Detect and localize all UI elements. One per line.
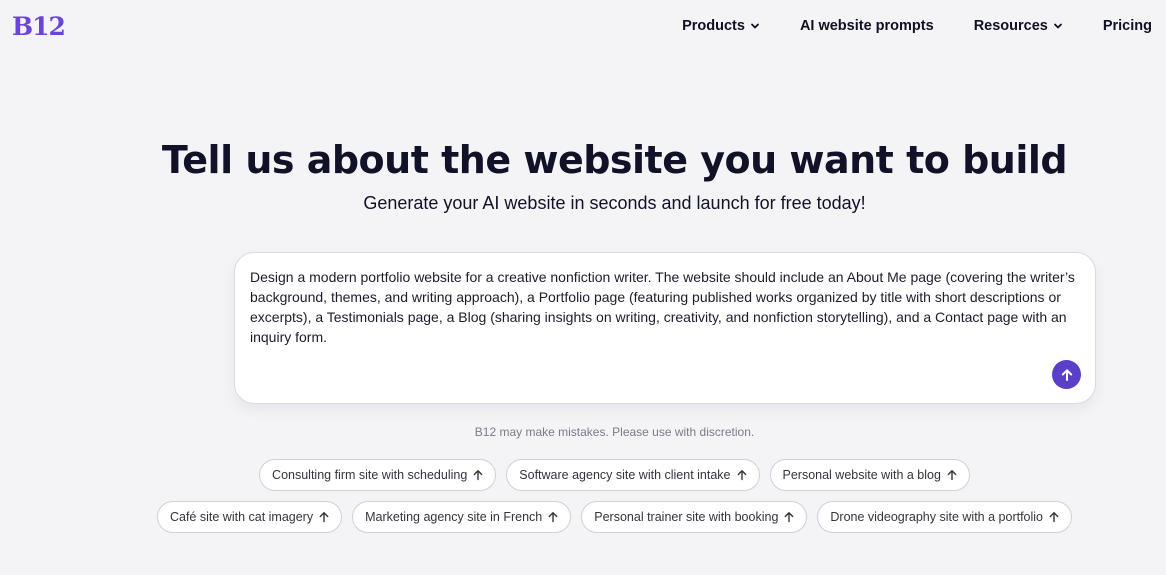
- arrow-up-icon: [473, 470, 483, 481]
- chevron-down-icon: [751, 23, 759, 29]
- arrow-up-icon: [548, 512, 558, 523]
- nav-pricing-label: Pricing: [1102, 18, 1152, 34]
- arrow-up-icon: [1061, 368, 1072, 381]
- suggestion-chip-label: Software agency site with client intake: [519, 468, 731, 482]
- nav-resources[interactable]: Resources: [974, 18, 1063, 34]
- arrow-up-icon: [1049, 512, 1059, 523]
- nav-ai-website-prompts[interactable]: AI website prompts: [800, 18, 934, 34]
- nav-products[interactable]: Products: [682, 18, 760, 34]
- prompt-textarea[interactable]: Design a modern portfolio website for a …: [250, 267, 1082, 347]
- send-button[interactable]: [1052, 360, 1081, 389]
- suggestion-chip[interactable]: Marketing agency site in French: [352, 501, 572, 533]
- prompt-input-container[interactable]: Design a modern portfolio website for a …: [234, 252, 1096, 404]
- nav-pricing[interactable]: Pricing: [1103, 18, 1152, 34]
- nav-products-label: Products: [682, 18, 745, 34]
- suggestions-row-1: Consulting firm site with scheduling Sof…: [0, 459, 1166, 491]
- suggestion-chip[interactable]: Personal website with a blog: [769, 459, 970, 491]
- main-nav: Products AI website prompts Resources Pr…: [682, 18, 1152, 34]
- page-subtitle: Generate your AI website in seconds and …: [363, 193, 866, 213]
- arrow-up-icon: [947, 470, 957, 481]
- suggestion-chip[interactable]: Personal trainer site with booking: [581, 501, 808, 533]
- suggestion-chip-label: Consulting firm site with scheduling: [272, 468, 468, 482]
- nav-resources-label: Resources: [973, 18, 1048, 34]
- suggestion-chip-label: Drone videography site with a portfolio: [830, 510, 1044, 524]
- arrow-up-icon: [737, 470, 746, 481]
- page-title: Tell us about the website you want to bu…: [161, 138, 1068, 182]
- b12-logo[interactable]: B12: [12, 12, 66, 42]
- suggestion-chip-label: Marketing agency site in French: [365, 510, 543, 524]
- nav-ai-website-prompts-label: AI website prompts: [799, 18, 934, 34]
- suggestion-chip-label: Personal trainer site with booking: [594, 510, 779, 524]
- suggestion-chip-label: Café site with cat imagery: [169, 510, 314, 524]
- suggestion-chip[interactable]: Software agency site with client intake: [506, 459, 760, 491]
- suggestion-chip-label: Personal website with a blog: [782, 468, 941, 482]
- suggestion-chip[interactable]: Café site with cat imagery: [156, 501, 343, 533]
- arrow-up-icon: [319, 512, 329, 523]
- chevron-down-icon: [1053, 23, 1062, 29]
- suggestion-chip[interactable]: Consulting firm site with scheduling: [259, 459, 497, 491]
- disclaimer-text: B12 may make mistakes. Please use with d…: [474, 425, 755, 439]
- arrow-up-icon: [784, 512, 794, 523]
- suggestion-chip[interactable]: Drone videography site with a portfolio: [817, 501, 1073, 533]
- suggestions-row-2: Café site with cat imagery Marketing age…: [0, 501, 1166, 533]
